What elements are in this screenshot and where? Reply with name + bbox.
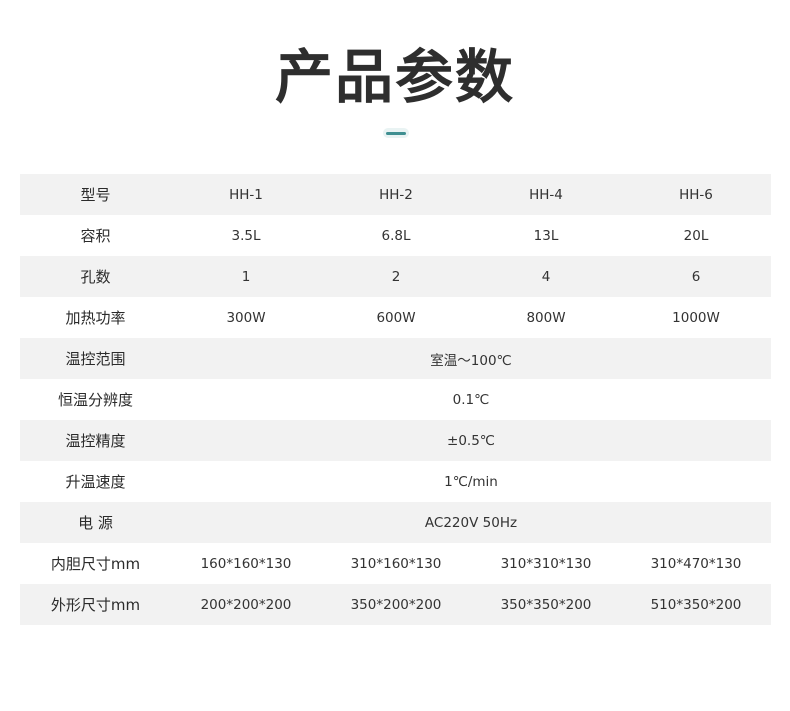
table-cell-merged: 室温～100℃ bbox=[171, 338, 771, 379]
table-cell: 310*160*130 bbox=[321, 543, 471, 584]
table-cell-merged: 0.1℃ bbox=[171, 379, 771, 420]
row-label: 恒温分辨度 bbox=[20, 379, 171, 420]
row-label: 孔数 bbox=[20, 256, 171, 297]
row-label: 加热功率 bbox=[20, 297, 171, 338]
table-cell: 6.8L bbox=[321, 215, 471, 256]
table-cell: 600W bbox=[321, 297, 471, 338]
row-label: 温控范围 bbox=[20, 338, 171, 379]
table-row-inner-size: 内胆尺寸mm 160*160*130 310*160*130 310*310*1… bbox=[20, 543, 771, 584]
table-cell: 13L bbox=[471, 215, 621, 256]
table-row-heating-rate: 升温速度 1℃/min bbox=[20, 461, 771, 502]
title-divider-icon bbox=[383, 128, 409, 138]
table-cell: 20L bbox=[621, 215, 771, 256]
table-cell: 160*160*130 bbox=[171, 543, 321, 584]
row-label: 温控精度 bbox=[20, 420, 171, 461]
table-cell: 800W bbox=[471, 297, 621, 338]
table-row-outer-size: 外形尺寸mm 200*200*200 350*200*200 350*350*2… bbox=[20, 584, 771, 625]
table-cell: 350*200*200 bbox=[321, 584, 471, 625]
table-cell: 3.5L bbox=[171, 215, 321, 256]
table-cell: 1 bbox=[171, 256, 321, 297]
table-cell: 310*310*130 bbox=[471, 543, 621, 584]
table-cell: HH-6 bbox=[621, 174, 771, 215]
table-cell: 6 bbox=[621, 256, 771, 297]
table-row-resolution: 恒温分辨度 0.1℃ bbox=[20, 379, 771, 420]
table-row-holes: 孔数 1 2 4 6 bbox=[20, 256, 771, 297]
page-title: 产品参数 bbox=[274, 43, 515, 111]
table-cell: 300W bbox=[171, 297, 321, 338]
row-label: 型号 bbox=[20, 174, 171, 215]
spec-table: 型号 HH-1 HH-2 HH-4 HH-6 容积 3.5L 6.8L 13L … bbox=[20, 174, 771, 625]
table-cell: HH-1 bbox=[171, 174, 321, 215]
table-cell: 310*470*130 bbox=[621, 543, 771, 584]
table-cell-merged: 1℃/min bbox=[171, 461, 771, 502]
row-label: 内胆尺寸mm bbox=[20, 543, 171, 584]
table-cell: 510*350*200 bbox=[621, 584, 771, 625]
row-label: 电 源 bbox=[20, 502, 171, 543]
row-label: 容积 bbox=[20, 215, 171, 256]
table-cell: HH-2 bbox=[321, 174, 471, 215]
table-cell-merged: ±0.5℃ bbox=[171, 420, 771, 461]
table-cell: 4 bbox=[471, 256, 621, 297]
table-row-volume: 容积 3.5L 6.8L 13L 20L bbox=[20, 215, 771, 256]
table-row-accuracy: 温控精度 ±0.5℃ bbox=[20, 420, 771, 461]
table-cell: 1000W bbox=[621, 297, 771, 338]
table-cell: HH-4 bbox=[471, 174, 621, 215]
title-divider-line bbox=[386, 132, 406, 135]
table-row-temp-range: 温控范围 室温～100℃ bbox=[20, 338, 771, 379]
table-cell: 200*200*200 bbox=[171, 584, 321, 625]
table-row-power-supply: 电 源 AC220V 50Hz bbox=[20, 502, 771, 543]
table-cell-merged: AC220V 50Hz bbox=[171, 502, 771, 543]
table-cell: 350*350*200 bbox=[471, 584, 621, 625]
row-label: 外形尺寸mm bbox=[20, 584, 171, 625]
row-label: 升温速度 bbox=[20, 461, 171, 502]
table-row-power: 加热功率 300W 600W 800W 1000W bbox=[20, 297, 771, 338]
table-cell: 2 bbox=[321, 256, 471, 297]
table-row-model: 型号 HH-1 HH-2 HH-4 HH-6 bbox=[20, 174, 771, 215]
